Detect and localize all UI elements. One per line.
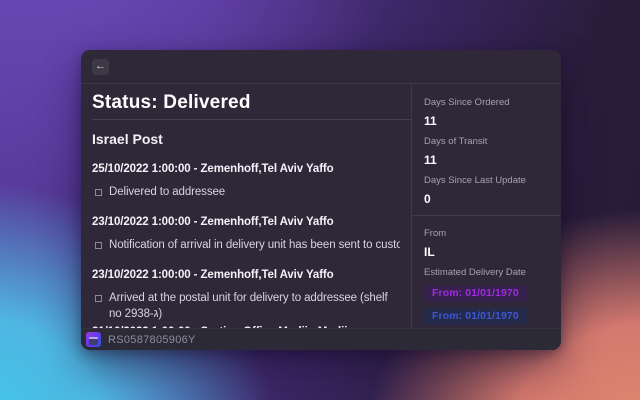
estimated-delivery-label: Estimated Delivery Date bbox=[424, 268, 549, 278]
status-title: Status: Delivered bbox=[92, 93, 400, 113]
stat-label: Days Since Last Update bbox=[424, 176, 549, 186]
parcel-app-icon bbox=[86, 332, 101, 347]
tracking-event: 23/10/2022 1:00:00 - Zemenhoff,Tel Aviv … bbox=[92, 269, 400, 322]
stat-label: Days of Transit bbox=[424, 137, 549, 147]
estimated-date-badge-purple: From: 01/01/1970 bbox=[424, 285, 527, 302]
stat-value: 11 bbox=[424, 154, 549, 166]
origin-label: From bbox=[424, 229, 549, 239]
window-body: Status: Delivered Israel Post 25/10/2022… bbox=[81, 84, 561, 328]
title-divider bbox=[92, 119, 411, 120]
carrier-name: Israel Post bbox=[92, 132, 400, 147]
event-heading: 23/10/2022 1:00:00 - Zemenhoff,Tel Aviv … bbox=[92, 269, 400, 281]
sidebar-divider bbox=[412, 215, 561, 216]
stat-label: Days Since Ordered bbox=[424, 98, 549, 108]
window-titlebar: ← bbox=[81, 50, 561, 84]
tracking-window: ← Status: Delivered Israel Post 25/10/20… bbox=[81, 50, 561, 350]
event-heading: 23/10/2022 1:00:00 - Zemenhoff,Tel Aviv … bbox=[92, 216, 400, 228]
stat-value: 0 bbox=[424, 193, 549, 205]
back-button[interactable]: ← bbox=[92, 59, 109, 75]
stat-value: 11 bbox=[424, 115, 549, 127]
tracking-event: 25/10/2022 1:00:00 - Zemenhoff,Tel Aviv … bbox=[92, 163, 400, 200]
event-detail: Arrived at the postal unit for delivery … bbox=[92, 290, 400, 322]
desktop-background: ← Status: Delivered Israel Post 25/10/20… bbox=[0, 0, 640, 400]
event-detail: Notification of arrival in delivery unit… bbox=[92, 237, 400, 253]
details-sidebar: Days Since Ordered 11 Days of Transit 11… bbox=[411, 84, 561, 328]
back-arrow-icon: ← bbox=[95, 60, 106, 72]
event-detail: Delivered to addressee bbox=[92, 184, 400, 200]
tracking-event: 23/10/2022 1:00:00 - Zemenhoff,Tel Aviv … bbox=[92, 216, 400, 253]
tracking-number: RS0587805906Y bbox=[108, 334, 196, 346]
origin-value: IL bbox=[424, 246, 549, 258]
event-heading: 25/10/2022 1:00:00 - Zemenhoff,Tel Aviv … bbox=[92, 163, 400, 175]
tracking-footer: RS0587805906Y bbox=[81, 328, 561, 350]
estimated-date-badge-blue: From: 01/01/1970 bbox=[424, 308, 527, 325]
timeline-scroll-area[interactable]: Status: Delivered Israel Post 25/10/2022… bbox=[81, 84, 411, 328]
